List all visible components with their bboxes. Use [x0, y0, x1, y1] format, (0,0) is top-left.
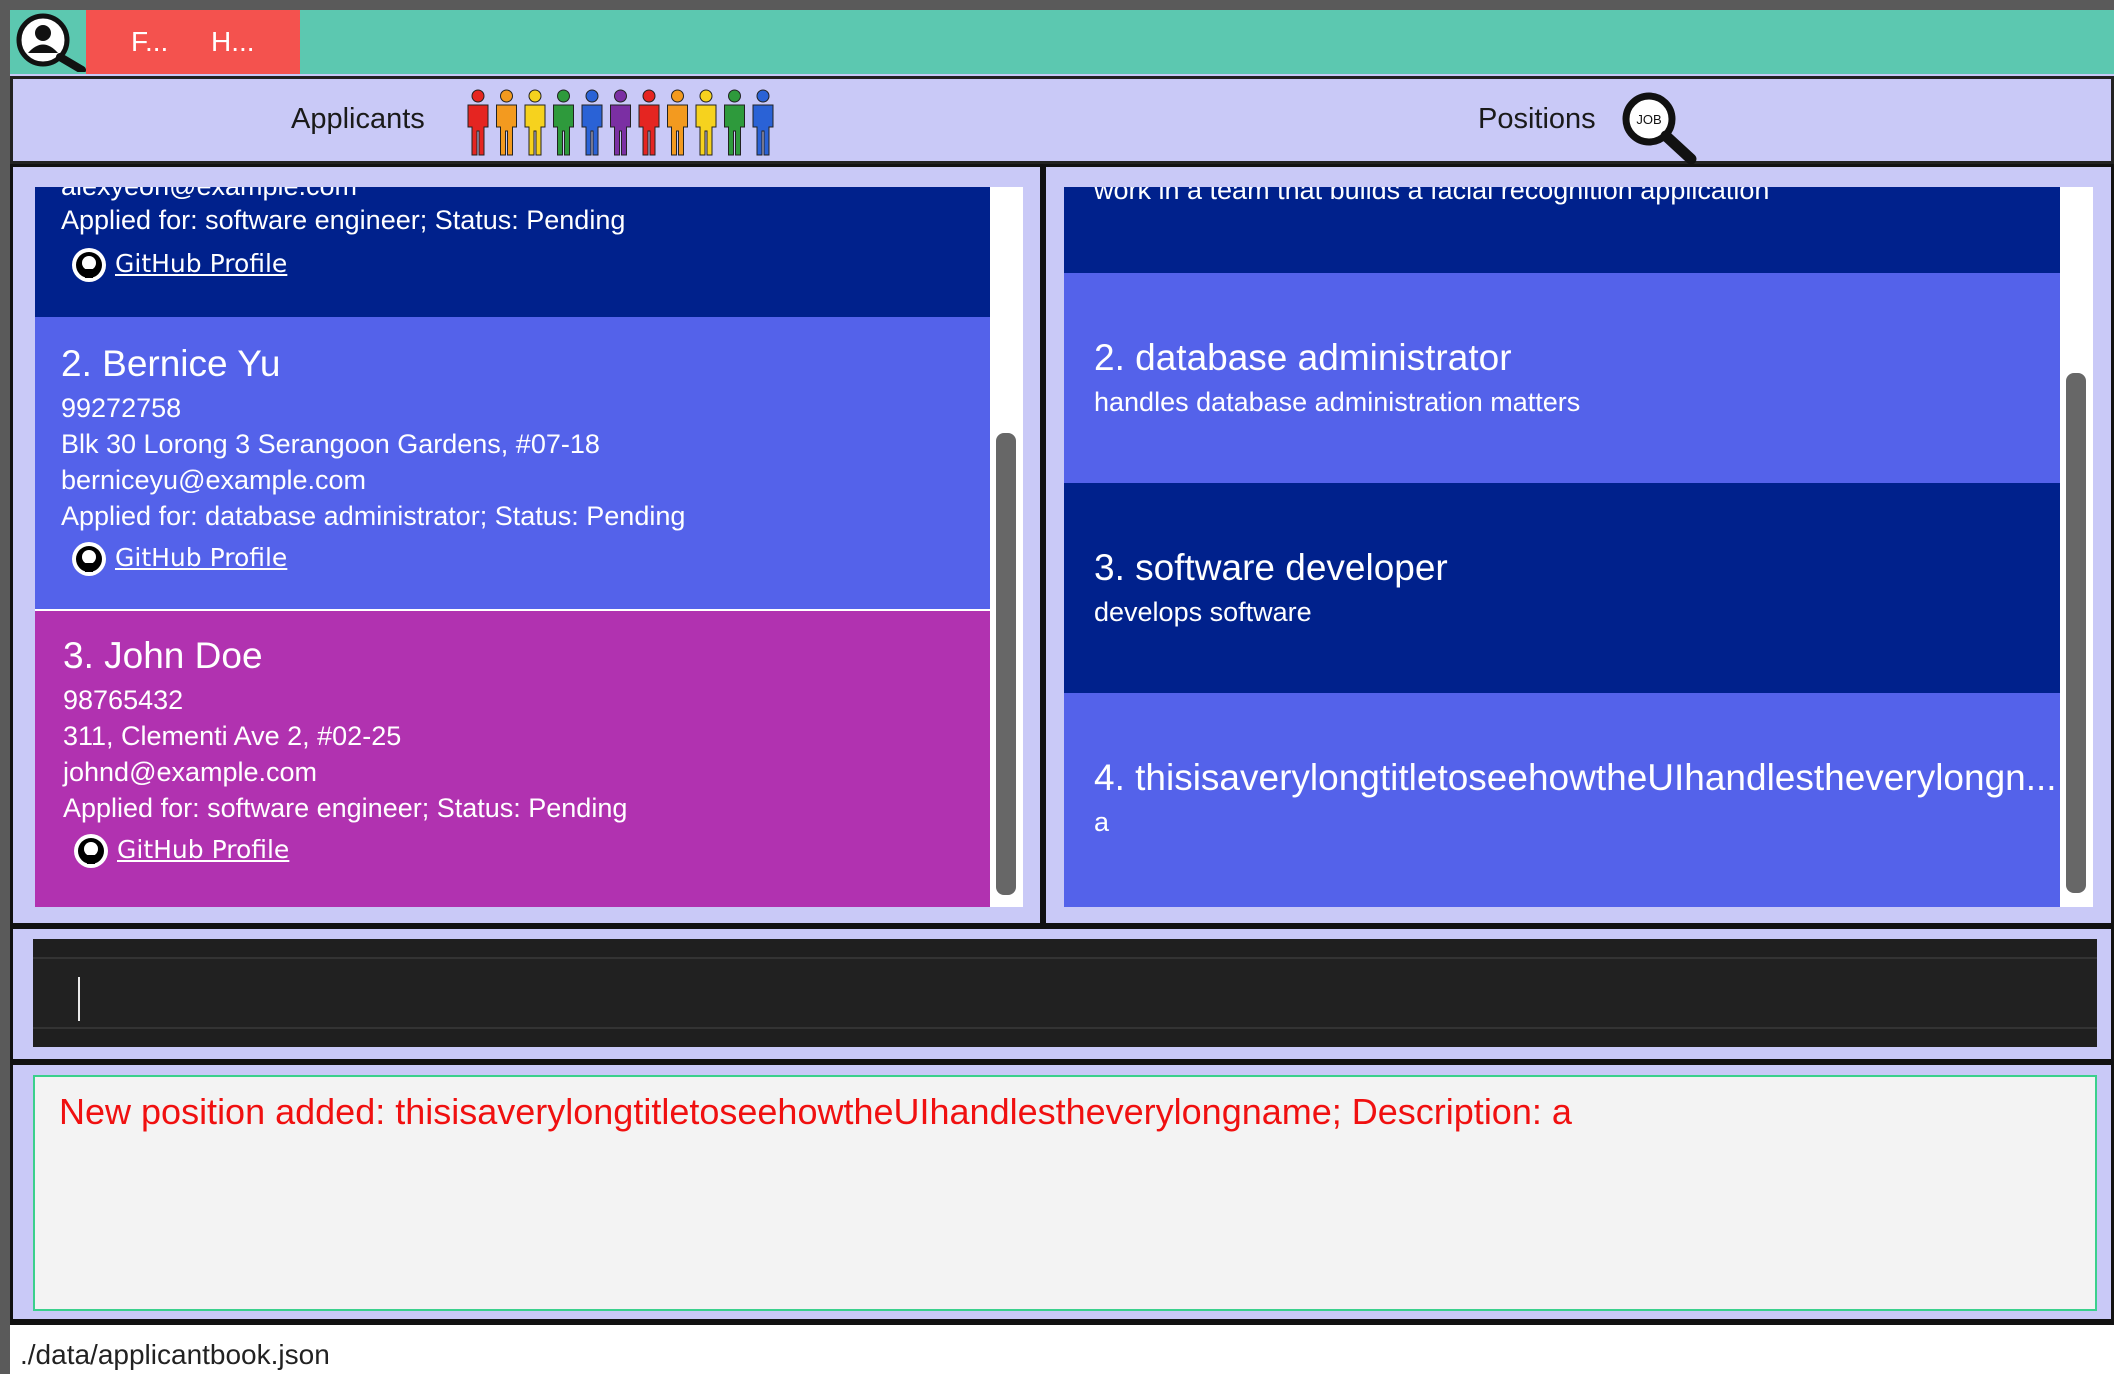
position-card[interactable]: 4. thisisaverylongtitletoseehowtheUIhand… — [1064, 693, 2060, 907]
applicant-list-panel: alexyeoh@example.com Applied for: softwa… — [10, 164, 1043, 926]
github-link-row[interactable]: GitHub Profile — [73, 833, 313, 869]
menu-file[interactable]: F... — [131, 10, 168, 74]
status-bar: ./data/applicantbook.json — [10, 1322, 2114, 1374]
github-icon — [72, 542, 106, 576]
result-display-wrapper: New position added: thisisaverylongtitle… — [10, 1062, 2114, 1322]
position-title: 2. database administrator — [1094, 337, 1512, 378]
applicant-phone: 98765432 — [63, 685, 184, 715]
text-caret — [78, 977, 80, 1021]
person-figure — [524, 89, 546, 156]
person-figure — [610, 89, 631, 156]
person-figure — [695, 89, 717, 156]
position-scrollbar[interactable] — [2060, 187, 2093, 907]
command-box-wrapper — [10, 926, 2114, 1062]
applicant-name: 3. John Doe — [63, 635, 263, 676]
person-figure — [752, 89, 774, 156]
command-box — [33, 939, 2097, 1047]
applicant-name: 2. Bernice Yu — [61, 343, 281, 384]
menu-help[interactable]: H... — [211, 10, 255, 74]
github-icon — [72, 248, 106, 282]
result-display: New position added: thisisaverylongtitle… — [33, 1075, 2097, 1311]
github-profile-link[interactable]: GitHub Profile — [115, 249, 287, 278]
app-logo-icon — [16, 13, 86, 72]
position-title: 4. thisisaverylongtitletoseehowtheUIhand… — [1094, 757, 2057, 798]
people-group-icon — [467, 89, 774, 156]
position-card[interactable]: 2. database administrator handles databa… — [1064, 273, 2060, 483]
applicant-email: johnd@example.com — [63, 757, 318, 787]
position-card[interactable]: 3. software developer develops software — [1064, 483, 2060, 693]
applicant-list[interactable]: alexyeoh@example.com Applied for: softwa… — [35, 187, 1023, 907]
applicant-email: berniceyu@example.com — [61, 465, 367, 495]
screen-frame: F... H... Applicants Positions JOB alexy… — [0, 0, 2114, 1374]
positions-heading: Positions — [1478, 103, 1596, 135]
position-description: a — [1094, 807, 1110, 837]
app-window: F... H... Applicants Positions JOB alexy… — [10, 10, 2114, 1374]
person-figure — [496, 89, 517, 156]
github-icon — [74, 834, 108, 868]
command-input[interactable] — [33, 957, 2097, 1029]
applicant-card[interactable]: alexyeoh@example.com Applied for: softwa… — [35, 187, 990, 317]
applicant-phone: 99272758 — [61, 393, 182, 423]
applicant-address: 311, Clementi Ave 2, #02-25 — [63, 721, 402, 751]
save-location-path: ./data/applicantbook.json — [20, 1339, 330, 1370]
job-search-icon: JOB — [1622, 92, 1697, 165]
github-link-row[interactable]: GitHub Profile — [71, 247, 311, 283]
applicant-address: Blk 30 Lorong 3 Serangoon Gardens, #07-1… — [61, 429, 600, 459]
position-list-panel: work in a team that builds a facial reco… — [1043, 164, 2114, 926]
github-profile-link[interactable]: GitHub Profile — [117, 835, 289, 864]
position-description: work in a team that builds a facial reco… — [1094, 187, 1770, 205]
person-figure — [467, 89, 489, 156]
position-title: 3. software developer — [1094, 547, 1448, 588]
applicant-scrollbar[interactable] — [990, 187, 1023, 907]
position-list[interactable]: work in a team that builds a facial reco… — [1064, 187, 2093, 907]
person-figure — [581, 89, 603, 156]
github-link-row[interactable]: GitHub Profile — [71, 541, 311, 577]
applicant-card-selected[interactable]: 3. John Doe 98765432 311, Clementi Ave 2… — [35, 611, 990, 907]
applicant-applied: Applied for: software engineer; Status: … — [61, 205, 626, 235]
person-figure — [553, 89, 574, 156]
position-card[interactable]: work in a team that builds a facial reco… — [1064, 187, 2060, 273]
applicant-applied: Applied for: database administrator; Sta… — [61, 501, 686, 531]
applicant-applied: Applied for: software engineer; Status: … — [63, 793, 628, 823]
person-figure — [667, 89, 688, 156]
applicant-scrollbar-thumb[interactable] — [996, 433, 1016, 895]
result-message: New position added: thisisaverylongtitle… — [59, 1091, 1572, 1132]
applicants-heading: Applicants — [291, 103, 425, 135]
position-scrollbar-thumb[interactable] — [2066, 373, 2086, 893]
panel-header-row: Applicants Positions JOB — [10, 76, 2114, 165]
position-description: develops software — [1094, 597, 1312, 627]
person-figure — [638, 89, 660, 156]
applicant-email: alexyeoh@example.com — [61, 187, 357, 202]
github-profile-link[interactable]: GitHub Profile — [115, 543, 287, 572]
menu-bar: F... H... — [86, 10, 300, 74]
top-bar: F... H... — [10, 10, 2114, 74]
job-icon-text: JOB — [1636, 112, 1661, 127]
applicant-card[interactable]: 2. Bernice Yu 99272758 Blk 30 Lorong 3 S… — [35, 317, 990, 609]
person-figure — [724, 89, 745, 156]
position-description: handles database administration matters — [1094, 387, 1581, 417]
